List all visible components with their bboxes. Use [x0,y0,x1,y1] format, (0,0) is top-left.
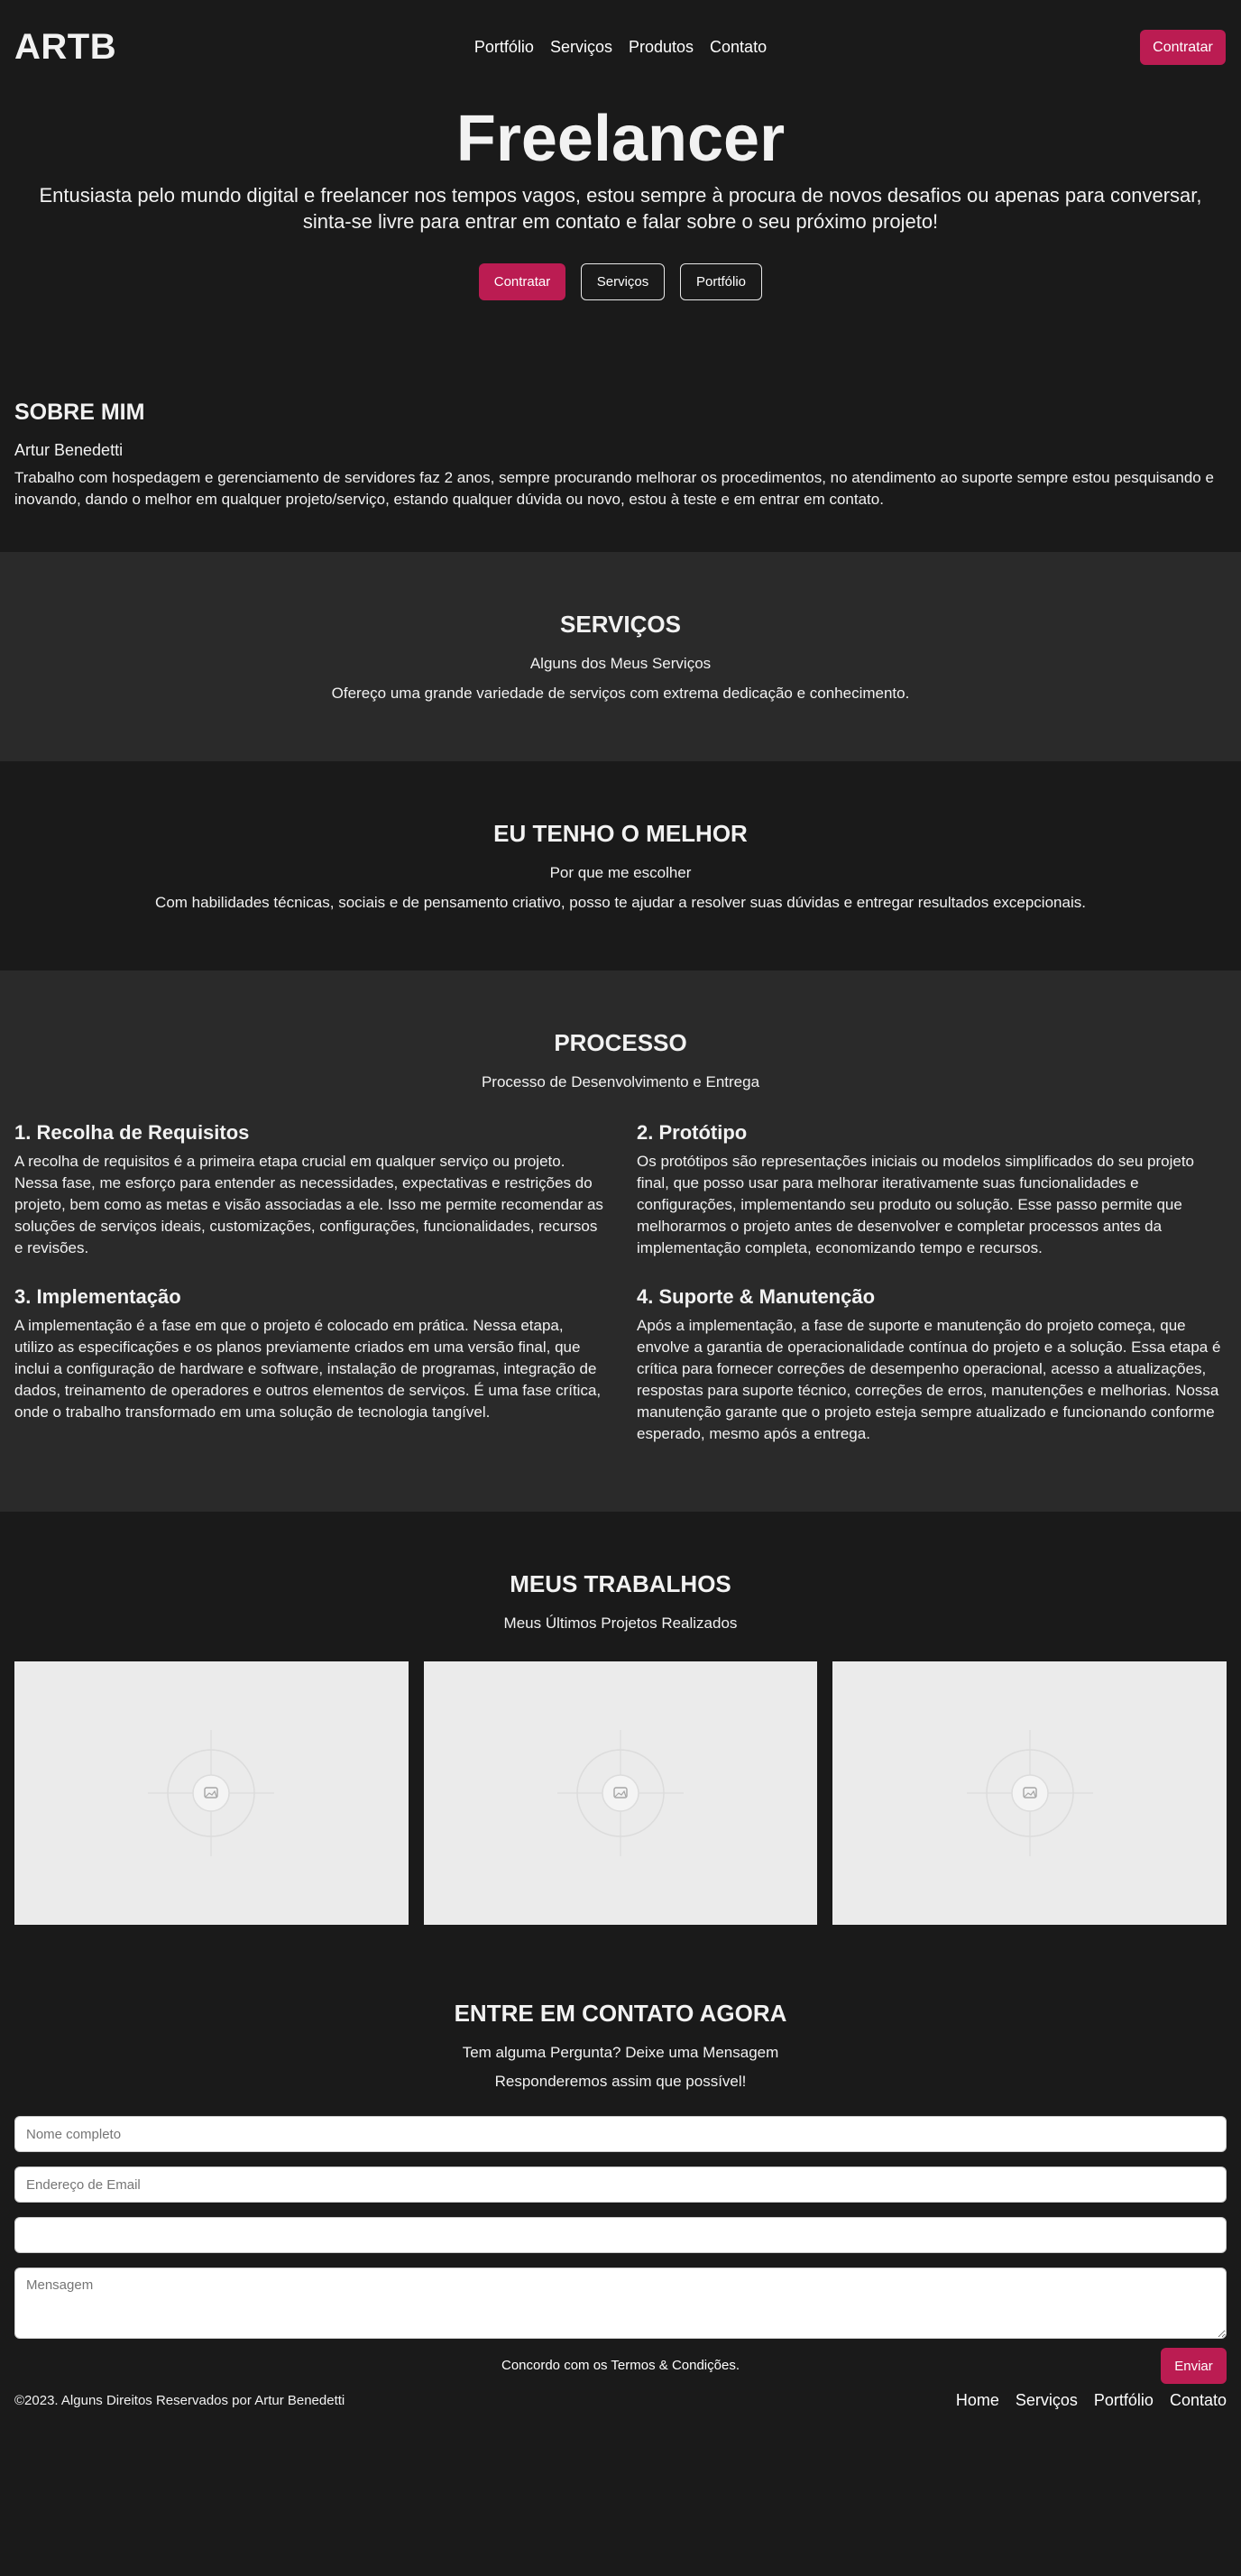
services-description: Ofereço uma grande variedade de serviços… [331,685,910,702]
best-description: Com habilidades técnicas, sociais e de p… [155,894,1086,911]
header-hire-button[interactable]: Contratar [1140,30,1226,65]
best-title: EU TENHO O MELHOR [493,820,748,847]
process-step-prototype: 2. Protótipo Os protótipos são represent… [637,1120,1227,1259]
name-field[interactable] [14,2116,1227,2152]
nav-link-produtos[interactable]: Produtos [629,38,694,57]
hero-subtitle: Entusiasta pelo mundo digital e freelanc… [39,184,1202,233]
nav-link-contato[interactable]: Contato [710,38,767,57]
nav-link-servicos[interactable]: Serviços [550,38,612,57]
email-field[interactable] [14,2167,1227,2203]
works-section: MEUS TRABALHOS Meus Últimos Projetos Rea… [0,1512,1241,1955]
about-title: SOBRE MIM [14,400,145,425]
process-title: PROCESSO [554,1029,687,1056]
hero-services-button[interactable]: Serviços [581,263,665,300]
hero-section: Freelancer Entusiasta pelo mundo digital… [0,94,1241,399]
nav-link-portfolio[interactable]: Portfólio [474,38,534,57]
works-gallery [0,1661,1241,1925]
message-field[interactable] [14,2268,1227,2339]
best-subtitle: Por que me escolher [549,864,692,881]
image-placeholder-icon [557,1730,684,1856]
site-header: ARTB Portfólio Serviços Produtos Contato… [0,0,1241,94]
work-thumbnail[interactable] [832,1661,1227,1925]
terms-text[interactable]: Concordo com os Termos & Condições. [14,2358,1227,2373]
works-subtitle: Meus Últimos Projetos Realizados [503,1615,738,1632]
process-section: PROCESSO Processo de Desenvolvimento e E… [0,971,1241,1512]
contact-title: ENTRE EM CONTATO AGORA [454,2000,787,2027]
step-text: A implementação é a fase em que o projet… [14,1317,602,1421]
image-placeholder-icon [966,1730,1093,1856]
works-title: MEUS TRABALHOS [510,1570,731,1597]
footer-link-servicos[interactable]: Serviços [1016,2391,1078,2410]
step-title: 2. Protótipo [637,1121,748,1144]
contact-subtitle: Tem alguma Pergunta? Deixe uma Mensagem [462,2044,779,2061]
footer-link-home[interactable]: Home [956,2391,999,2410]
footer-nav: Home Serviços Portfólio Contato [956,2391,1227,2410]
hero-buttons: Contratar Serviços Portfólio [0,263,1241,300]
step-text: Os protótipos são representações iniciai… [637,1153,1194,1256]
step-title: 4. Suporte & Manutenção [637,1285,876,1308]
process-step-support: 4. Suporte & Manutenção Após a implement… [637,1284,1227,1445]
process-step-implementation: 3. Implementação A implementação é a fas… [14,1284,604,1445]
best-section: EU TENHO O MELHOR Por que me escolher Co… [0,761,1241,971]
services-title: SERVIÇOS [560,611,681,638]
top-nav: Portfólio Serviços Produtos Contato [0,0,1241,94]
copyright: ©2023. Alguns Direitos Reservados por Ar… [14,2392,345,2408]
process-step-requirements: 1. Recolha de Requisitos A recolha de re… [14,1120,604,1259]
phone-field[interactable] [14,2217,1227,2253]
footer-link-portfolio[interactable]: Portfólio [1094,2391,1154,2410]
services-subtitle: Alguns dos Meus Serviços [529,655,712,672]
contact-description: Responderemos assim que possível! [494,2073,747,2090]
footer-link-contato[interactable]: Contato [1170,2391,1227,2410]
form-footer: Concordo com os Termos & Condições. Envi… [14,2348,1227,2384]
work-thumbnail[interactable] [14,1661,409,1925]
hero-portfolio-button[interactable]: Portfólio [680,263,762,300]
send-button[interactable]: Enviar [1161,2348,1227,2384]
step-text: Após a implementação, a fase de suporte … [637,1317,1221,1442]
about-name: Artur Benedetti [14,441,124,459]
about-text: Trabalho com hospedagem e gerenciamento … [14,469,1214,508]
process-subtitle: Processo de Desenvolvimento e Entrega [481,1073,760,1090]
process-steps: 1. Recolha de Requisitos A recolha de re… [0,1120,1241,1445]
contact-section: ENTRE EM CONTATO AGORA Tem alguma Pergun… [0,1955,1241,2384]
work-thumbnail[interactable] [423,1661,818,1925]
step-title: 3. Implementação [14,1285,181,1308]
step-title: 1. Recolha de Requisitos [14,1121,250,1144]
about-section: SOBRE MIM Artur Benedetti Trabalho com h… [0,399,1241,552]
services-section: SERVIÇOS Alguns dos Meus Serviços Ofereç… [0,552,1241,761]
hero-title: Freelancer [455,103,786,175]
image-placeholder-icon [148,1730,275,1856]
hero-hire-button[interactable]: Contratar [479,263,565,300]
logo[interactable]: ARTB [14,27,116,68]
step-text: A recolha de requisitos é a primeira eta… [14,1153,603,1256]
